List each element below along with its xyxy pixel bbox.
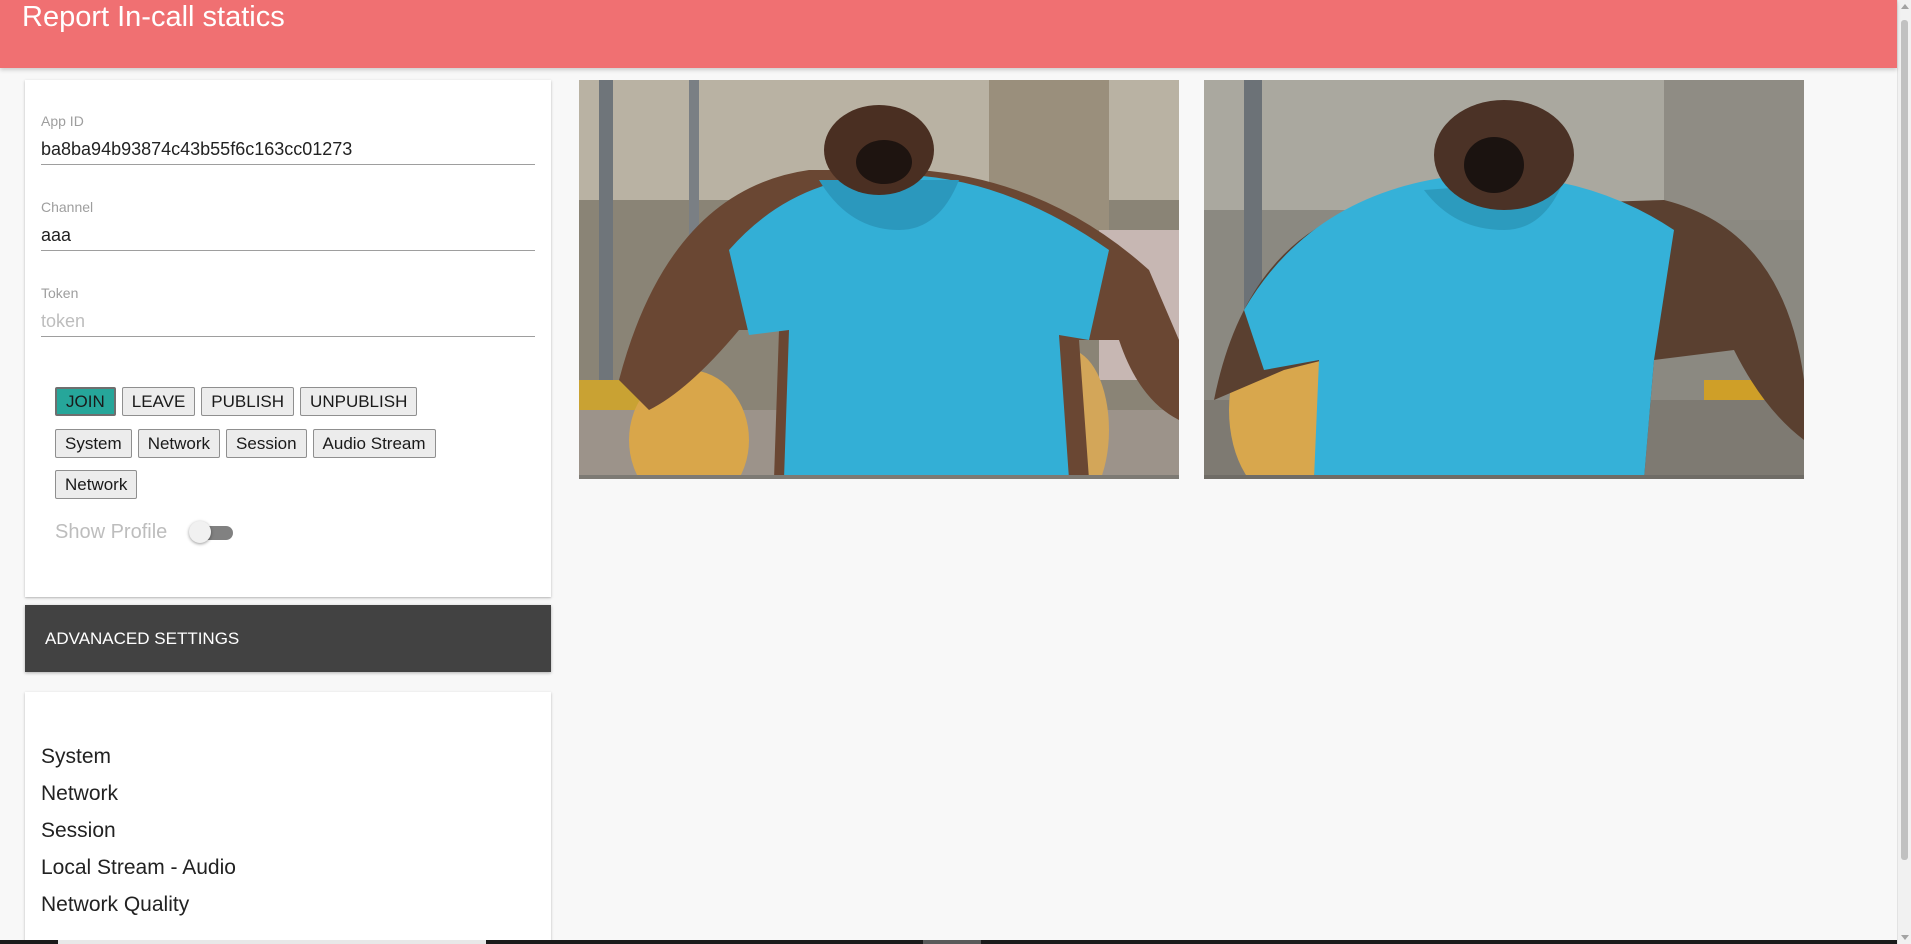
local-video-frame	[579, 80, 1179, 479]
token-field[interactable]: Token	[41, 285, 535, 337]
page-title: Report In-call statics	[22, 1, 285, 33]
local-video	[579, 80, 1179, 479]
network-quality-button[interactable]: Network	[55, 470, 138, 499]
show-profile-label: Show Profile	[55, 520, 168, 543]
unpublish-button[interactable]: UNPUBLISH	[300, 387, 418, 416]
channel-field[interactable]: Channel	[41, 199, 535, 251]
show-profile-toggle[interactable]	[189, 520, 235, 544]
stats-list: System Network Session Local Stream - Au…	[41, 738, 236, 923]
channel-input[interactable]	[41, 225, 535, 246]
app-header: Report In-call statics	[0, 0, 1897, 68]
join-button[interactable]: JOIN	[55, 387, 116, 416]
config-card: App ID Channel Token JOIN LEAVE PUBLISH …	[25, 80, 551, 597]
system-stats-button[interactable]: System	[55, 429, 132, 458]
taskbar-strip	[0, 940, 1897, 944]
action-button-row: JOIN LEAVE PUBLISH UNPUBLISH	[55, 387, 418, 416]
session-stats-button[interactable]: Session	[226, 429, 307, 458]
channel-label: Channel	[41, 199, 94, 215]
app-root: Report In-call statics App ID Channel To…	[0, 0, 1911, 944]
stats-button-row-2: Network	[55, 470, 138, 499]
remote-video-frame	[1204, 80, 1804, 479]
app-id-input[interactable]	[41, 139, 535, 160]
publish-button[interactable]: PUBLISH	[201, 387, 295, 416]
app-id-label: App ID	[41, 113, 84, 129]
stats-item-session[interactable]: Session	[41, 812, 236, 849]
leave-button[interactable]: LEAVE	[121, 387, 196, 416]
stats-card: System Network Session Local Stream - Au…	[25, 692, 551, 944]
scrollbar-thumb[interactable]	[1901, 20, 1908, 860]
scroll-down-icon[interactable]	[1901, 935, 1909, 940]
token-label: Token	[41, 285, 79, 301]
stats-item-network[interactable]: Network	[41, 775, 236, 812]
token-input[interactable]	[41, 311, 535, 332]
advanced-settings-header[interactable]: ADVANACED SETTINGS	[25, 605, 551, 672]
page-scrollbar[interactable]	[1897, 0, 1911, 944]
show-profile-row: Show Profile	[55, 520, 235, 544]
taskbar-segment-active	[923, 940, 981, 944]
taskbar-segment	[58, 940, 486, 944]
network-stats-button[interactable]: Network	[137, 429, 221, 458]
audio-stream-stats-button[interactable]: Audio Stream	[312, 429, 436, 458]
advanced-settings-label: ADVANACED SETTINGS	[45, 629, 240, 648]
scroll-up-icon[interactable]	[1901, 4, 1909, 9]
stats-button-row: System Network Session Audio Stream	[55, 429, 436, 458]
stats-item-system[interactable]: System	[41, 738, 236, 775]
app-id-field[interactable]: App ID	[41, 113, 535, 165]
stats-item-local-stream-audio[interactable]: Local Stream - Audio	[41, 849, 236, 886]
stats-item-network-quality[interactable]: Network Quality	[41, 886, 236, 923]
remote-video	[1204, 80, 1804, 479]
